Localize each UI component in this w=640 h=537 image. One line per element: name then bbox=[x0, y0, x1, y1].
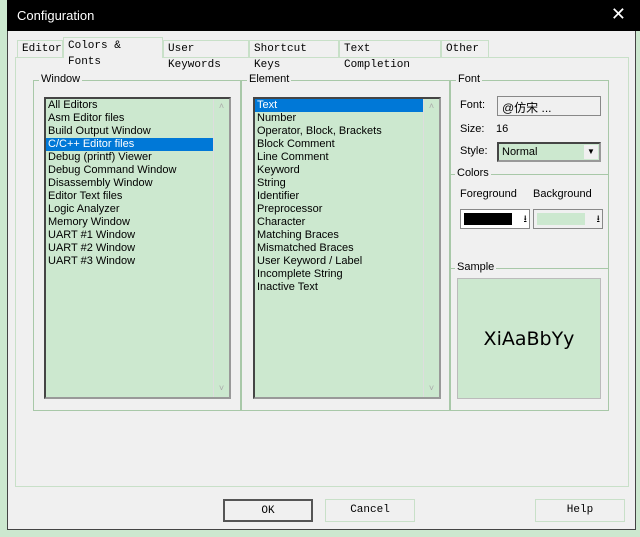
list-item[interactable]: Text bbox=[255, 99, 423, 112]
list-item[interactable]: Build Output Window bbox=[46, 125, 213, 138]
window-list[interactable]: All Editors Asm Editor files Build Output … bbox=[44, 97, 231, 399]
foreground-color-picker[interactable]: ⭳ bbox=[460, 209, 530, 229]
list-item[interactable]: Logic Analyzer bbox=[46, 203, 213, 216]
element-list-scrollbar[interactable]: ˄ ˅ bbox=[423, 99, 439, 397]
foreground-swatch bbox=[464, 213, 512, 225]
list-item[interactable]: Mismatched Braces bbox=[255, 242, 423, 255]
help-button[interactable]: Help bbox=[535, 499, 625, 522]
list-item[interactable]: Inactive Text bbox=[255, 281, 423, 294]
dropdown-arrow-icon: ⭳ bbox=[523, 214, 528, 225]
tab-editor[interactable]: Editor bbox=[17, 40, 63, 57]
list-item[interactable]: Keyword bbox=[255, 164, 423, 177]
list-item[interactable]: String bbox=[255, 177, 423, 190]
list-item[interactable]: Line Comment bbox=[255, 151, 423, 164]
list-item[interactable]: UART #1 Window bbox=[46, 229, 213, 242]
sample-preview: XiAaBbYy bbox=[457, 278, 601, 399]
element-group-label: Element bbox=[247, 73, 292, 85]
list-item[interactable]: Disassembly Window bbox=[46, 177, 213, 190]
style-label: Style: bbox=[460, 145, 488, 157]
dropdown-arrow-icon: ⭳ bbox=[596, 214, 601, 225]
size-value: 16 bbox=[496, 123, 509, 135]
list-item[interactable]: Block Comment bbox=[255, 138, 423, 151]
window-group-label: Window bbox=[39, 73, 83, 85]
sample-group-label: Sample bbox=[455, 261, 497, 273]
list-item[interactable]: UART #3 Window bbox=[46, 255, 213, 268]
tab-colors-fonts[interactable]: Colors & Fonts bbox=[63, 37, 163, 68]
style-value: Normal bbox=[502, 146, 538, 158]
font-label: Font: bbox=[460, 99, 486, 111]
title-bar: Configuration ✕ bbox=[7, 0, 640, 31]
sample-divider: Sample bbox=[450, 261, 609, 273]
list-item[interactable]: Preprocessor bbox=[255, 203, 423, 216]
list-item[interactable]: Identifier bbox=[255, 190, 423, 203]
list-item[interactable]: Debug (printf) Viewer bbox=[46, 151, 213, 164]
font-button[interactable]: @仿宋 ... bbox=[497, 96, 601, 116]
close-icon[interactable]: ✕ bbox=[611, 4, 626, 25]
list-item[interactable]: UART #2 Window bbox=[46, 242, 213, 255]
list-item[interactable]: Memory Window bbox=[46, 216, 213, 229]
background-swatch bbox=[537, 213, 585, 225]
chevron-down-icon[interactable]: ▼ bbox=[584, 145, 598, 159]
list-item[interactable]: User Keyword / Label bbox=[255, 255, 423, 268]
list-item[interactable]: C/C++ Editor files bbox=[46, 138, 213, 151]
colors-group-label: Colors bbox=[455, 167, 491, 179]
foreground-label: Foreground bbox=[460, 188, 517, 200]
size-label: Size: bbox=[460, 123, 485, 135]
ok-button[interactable]: OK bbox=[223, 499, 313, 522]
list-item[interactable]: Matching Braces bbox=[255, 229, 423, 242]
list-item[interactable]: Operator, Block, Brackets bbox=[255, 125, 423, 138]
colors-divider: Colors bbox=[450, 167, 609, 179]
tab-user-keywords[interactable]: User Keywords bbox=[163, 40, 249, 71]
font-group-label: Font bbox=[456, 73, 483, 85]
tab-other[interactable]: Other bbox=[441, 40, 489, 57]
background-label: Background bbox=[533, 188, 592, 200]
cancel-button[interactable]: Cancel bbox=[325, 499, 415, 522]
list-item[interactable]: Debug Command Window bbox=[46, 164, 213, 177]
list-item[interactable]: Character bbox=[255, 216, 423, 229]
tab-shortcut-keys[interactable]: Shortcut Keys bbox=[249, 40, 339, 71]
element-list[interactable]: Text Number Operator, Block, Brackets Block… bbox=[253, 97, 441, 399]
list-item[interactable]: Incomplete String bbox=[255, 268, 423, 281]
list-item[interactable]: Asm Editor files bbox=[46, 112, 213, 125]
style-select[interactable]: Normal ▼ bbox=[497, 142, 601, 162]
dialog-title: Configuration bbox=[17, 8, 95, 23]
tab-text-completion[interactable]: Text Completion bbox=[339, 40, 441, 71]
list-item[interactable]: Editor Text files bbox=[46, 190, 213, 203]
background-color-picker[interactable]: ⭳ bbox=[533, 209, 603, 229]
list-item[interactable]: Number bbox=[255, 112, 423, 125]
list-item[interactable]: All Editors bbox=[46, 99, 213, 112]
window-list-scrollbar[interactable]: ˄ ˅ bbox=[213, 99, 229, 397]
